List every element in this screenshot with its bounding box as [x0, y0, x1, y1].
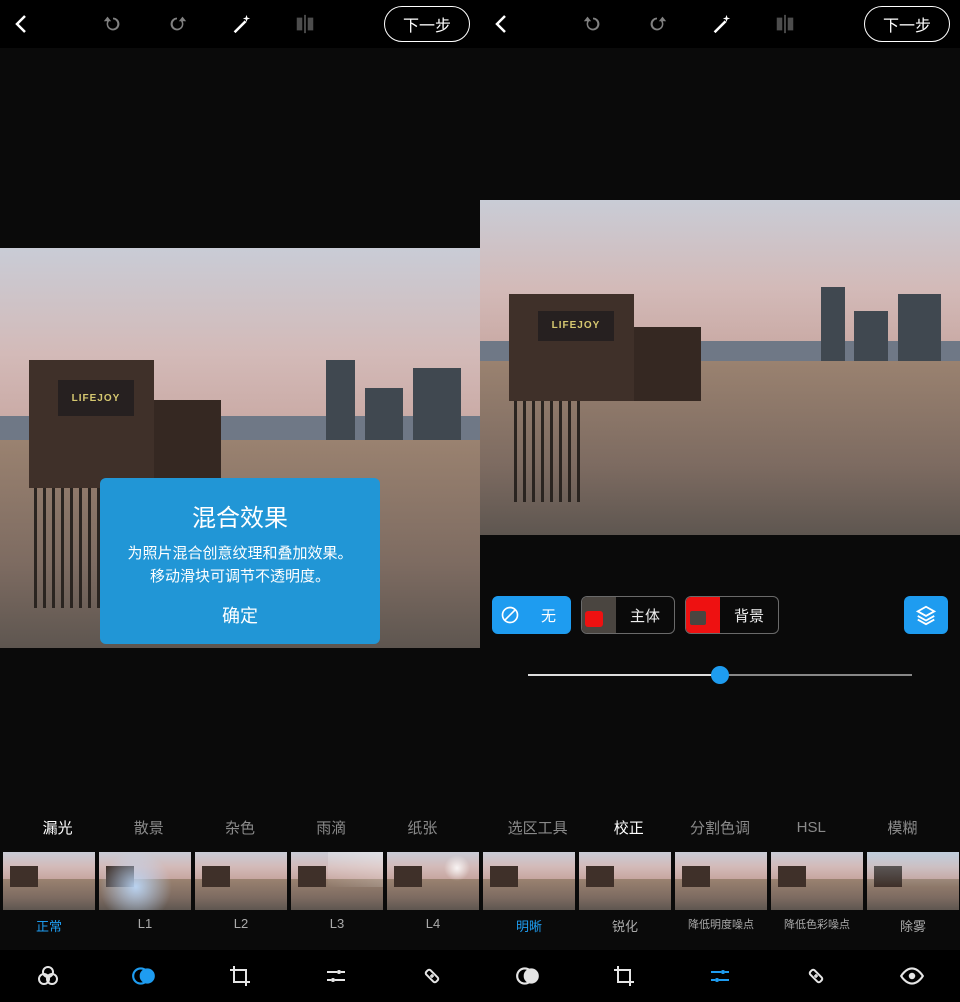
back-icon[interactable]	[10, 12, 34, 36]
tooltip-ok-button[interactable]: 确定	[122, 602, 358, 628]
thumb-dehaze[interactable]: 除雾	[867, 852, 959, 950]
category-tabs: 漏光 散景 杂色 雨滴 纸张	[0, 806, 480, 848]
top-toolbar: 下一步	[0, 0, 480, 48]
top-toolbar: 下一步	[480, 0, 960, 48]
blend-icon[interactable]	[131, 963, 157, 989]
tab-hsl[interactable]: HSL	[766, 819, 857, 836]
thumb-reduce-luminance[interactable]: 降低明度噪点	[675, 852, 767, 950]
heal-icon[interactable]	[803, 963, 829, 989]
adjust-icon[interactable]	[707, 963, 733, 989]
thumb-l3[interactable]: L3	[291, 852, 383, 950]
tab-select-tool[interactable]: 选区工具	[492, 817, 583, 838]
bottom-toolbar	[0, 950, 480, 1002]
mask-chips: 无 主体 背景	[480, 596, 960, 634]
compare-icon[interactable]	[293, 12, 317, 36]
redo-icon[interactable]	[165, 12, 189, 36]
photo-preview: LIFEJOY	[480, 200, 960, 535]
undo-icon[interactable]	[101, 12, 125, 36]
magic-wand-icon[interactable]	[229, 12, 253, 36]
magic-wand-icon[interactable]	[709, 12, 733, 36]
mask-background-chip[interactable]: 背景	[685, 596, 779, 634]
mask-none-chip[interactable]: 无	[492, 596, 571, 634]
thumb-sharpen[interactable]: 锐化	[579, 852, 671, 950]
bottom-toolbar	[480, 950, 960, 1002]
none-icon	[493, 605, 527, 625]
next-button[interactable]: 下一步	[864, 6, 950, 42]
thumb-reduce-color[interactable]: 降低色彩噪点	[771, 852, 863, 950]
tooltip-body: 为照片混合创意纹理和叠加效果。移动滑块可调节不透明度。	[122, 543, 358, 588]
thumb-l4[interactable]: L4	[387, 852, 479, 950]
effect-thumbs: 明晰 锐化 降低明度噪点 降低色彩噪点 除雾	[480, 848, 960, 950]
thumb-clarity[interactable]: 明晰	[483, 852, 575, 950]
mask-subject-chip[interactable]: 主体	[581, 596, 675, 634]
tab-paper[interactable]: 纸张	[377, 817, 468, 838]
category-tabs: 选区工具 校正 分割色调 HSL 模糊	[480, 806, 960, 848]
tab-split-tone[interactable]: 分割色调	[674, 817, 765, 838]
photo-sign: LIFEJOY	[538, 311, 615, 341]
thumb-l2[interactable]: L2	[195, 852, 287, 950]
next-button[interactable]: 下一步	[384, 6, 470, 42]
tab-rain[interactable]: 雨滴	[286, 817, 377, 838]
tab-light-leak[interactable]: 漏光	[12, 817, 103, 838]
redo-icon[interactable]	[645, 12, 669, 36]
tab-noise[interactable]: 杂色	[194, 817, 285, 838]
photo-sign: LIFEJOY	[58, 380, 135, 416]
compare-icon[interactable]	[773, 12, 797, 36]
layers-button[interactable]	[904, 596, 948, 634]
adjust-icon[interactable]	[323, 963, 349, 989]
image-stage[interactable]: LIFEJOY 无 主体 背景	[480, 48, 960, 806]
opacity-slider[interactable]	[528, 674, 912, 676]
tooltip-popup: 混合效果 为照片混合创意纹理和叠加效果。移动滑块可调节不透明度。 确定	[100, 478, 380, 644]
left-pane: 下一步 LIFEJOY 混合效果 为照片混合创意纹理和叠加效果。移动滑块可调节不…	[0, 0, 480, 1002]
right-pane: 下一步 LIFEJOY 无 主体	[480, 0, 960, 1002]
undo-icon[interactable]	[581, 12, 605, 36]
looks-icon[interactable]	[35, 963, 61, 989]
heal-icon[interactable]	[419, 963, 445, 989]
crop-icon[interactable]	[227, 963, 253, 989]
tooltip-title: 混合效果	[122, 498, 358, 533]
thumb-normal[interactable]: 正常	[3, 852, 95, 950]
tab-blur[interactable]: 模糊	[857, 817, 948, 838]
tab-correction[interactable]: 校正	[583, 817, 674, 838]
image-stage[interactable]: LIFEJOY 混合效果 为照片混合创意纹理和叠加效果。移动滑块可调节不透明度。…	[0, 48, 480, 806]
effect-thumbs: 正常 L1 L2 L3 L4	[0, 848, 480, 950]
back-icon[interactable]	[490, 12, 514, 36]
thumb-l1[interactable]: L1	[99, 852, 191, 950]
crop-icon[interactable]	[611, 963, 637, 989]
eye-icon[interactable]	[899, 963, 925, 989]
blend-icon[interactable]	[515, 963, 541, 989]
tab-bokeh[interactable]: 散景	[103, 817, 194, 838]
